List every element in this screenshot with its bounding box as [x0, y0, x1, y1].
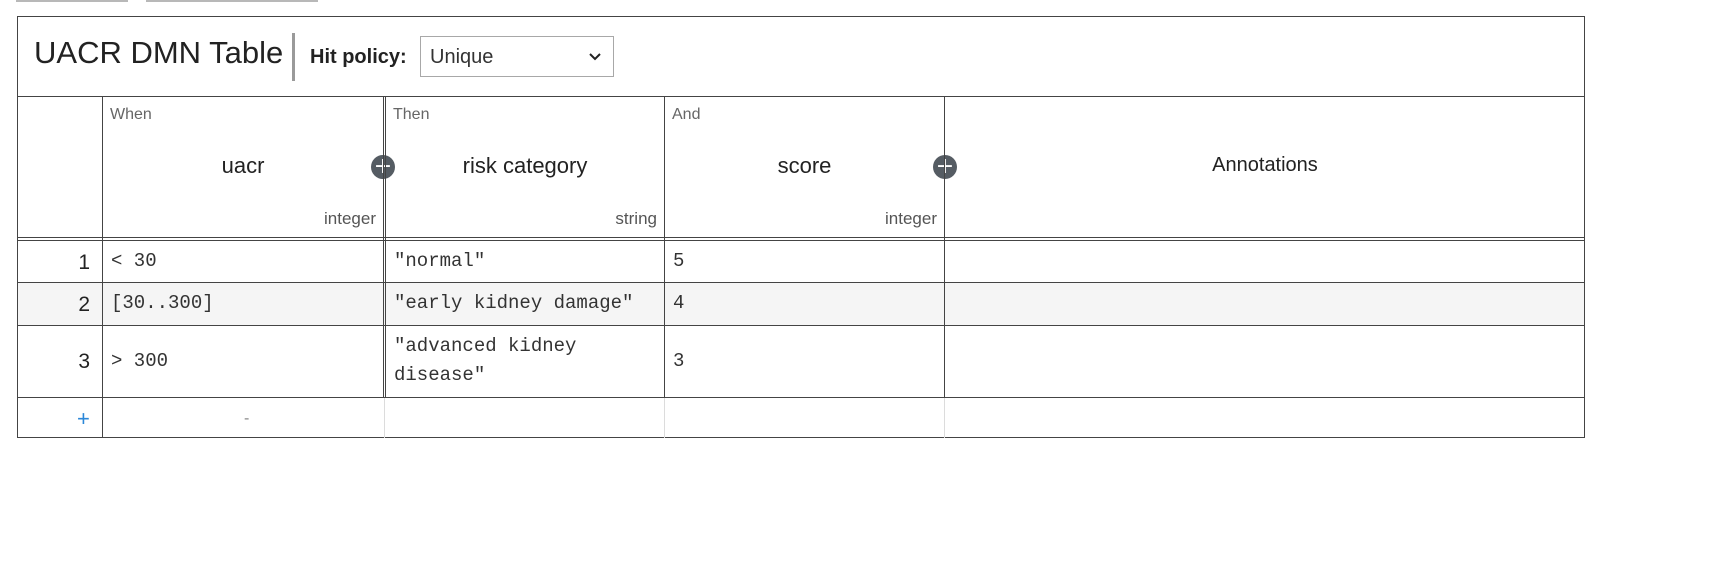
input-column-name: uacr	[221, 153, 265, 178]
output-entry-risk: "advanced kidney disease"	[394, 335, 588, 386]
column-divider	[383, 97, 384, 398]
hit-policy-value: Unique	[430, 46, 494, 68]
clause-label-and: And	[672, 106, 701, 123]
add-output-column-button[interactable]: +	[933, 155, 957, 179]
input-entry: < 30	[111, 250, 157, 272]
column-divider	[385, 97, 386, 398]
rownum-header-cell	[18, 97, 102, 237]
annotation-cell[interactable]	[945, 283, 1585, 325]
input-entry: > 300	[111, 350, 169, 372]
input-entry-cell[interactable]: > 300	[103, 326, 383, 397]
output-entry-score: 3	[673, 350, 685, 372]
rule-number: 1	[78, 251, 90, 274]
rule-number-cell: 3	[18, 326, 102, 397]
input-type-ref: integer	[324, 209, 376, 228]
output-entry-score: 5	[673, 250, 685, 272]
add-rule-button[interactable]: +	[77, 406, 90, 432]
hit-policy-label: Hit policy:	[310, 46, 407, 68]
table-header: UACR DMN Table Hit policy: Unique	[18, 17, 1584, 97]
output-column-header-risk[interactable]: Then risk category string	[386, 97, 664, 237]
rule-number-cell: 1	[18, 241, 102, 282]
rule-number-cell: 2	[18, 283, 102, 325]
output-entry-score: 4	[673, 292, 685, 314]
input-column-header[interactable]: When uacr integer	[103, 97, 383, 237]
input-entry-cell[interactable]: [30..300]	[103, 283, 383, 325]
output-type-ref-risk: string	[615, 209, 657, 228]
column-divider	[664, 97, 665, 398]
annotation-cell[interactable]	[945, 241, 1585, 282]
output-column-header-score[interactable]: And score integer	[665, 97, 944, 237]
output-entry-cell-risk[interactable]: "normal"	[386, 241, 664, 282]
rule-row: 3 > 300 "advanced kidney disease" 3	[18, 326, 1584, 398]
annotations-column-name: Annotations	[1212, 154, 1318, 176]
column-divider	[102, 97, 103, 398]
rule-number: 3	[78, 350, 90, 373]
column-divider	[944, 398, 945, 438]
dmn-decision-table: UACR DMN Table Hit policy: Unique When u…	[17, 16, 1585, 438]
clause-label-then: Then	[393, 106, 430, 123]
title-divider	[292, 33, 295, 81]
hit-policy-select[interactable]: Unique	[420, 36, 614, 77]
top-tab-stub	[16, 0, 128, 2]
output-column-name-score: score	[777, 153, 832, 178]
rule-row: 2 [30..300] "early kidney damage" 4	[18, 283, 1584, 326]
annotation-cell[interactable]	[945, 326, 1585, 397]
add-rule-placeholder: -	[244, 410, 250, 427]
column-headers: When uacr integer Then risk category str…	[18, 97, 1584, 237]
output-entry-cell-score[interactable]: 4	[665, 283, 944, 325]
input-entry: [30..300]	[111, 292, 214, 314]
chevron-down-icon	[589, 53, 601, 61]
output-entry-cell-score[interactable]: 3	[665, 326, 944, 397]
top-tab-stub	[146, 0, 318, 2]
rule-row: 1 < 30 "normal" 5	[18, 241, 1584, 283]
column-divider	[944, 97, 945, 398]
column-divider	[102, 398, 103, 438]
output-entry-risk: "early kidney damage"	[394, 292, 634, 314]
column-divider	[384, 398, 385, 438]
plus-circle-icon: +	[935, 154, 955, 179]
column-divider	[664, 398, 665, 438]
input-entry-cell[interactable]: < 30	[103, 241, 383, 282]
clause-label-when: When	[110, 106, 152, 123]
output-entry-cell-risk[interactable]: "advanced kidney disease"	[386, 326, 664, 397]
output-type-ref-score: integer	[885, 209, 937, 228]
rule-number: 2	[78, 293, 90, 316]
output-entry-cell-risk[interactable]: "early kidney damage"	[386, 283, 664, 325]
output-entry-cell-score[interactable]: 5	[665, 241, 944, 282]
output-entry-risk: "normal"	[394, 250, 486, 272]
output-column-name-risk: risk category	[462, 153, 588, 178]
table-title[interactable]: UACR DMN Table	[34, 35, 283, 71]
annotations-column-header[interactable]: Annotations	[945, 97, 1585, 237]
